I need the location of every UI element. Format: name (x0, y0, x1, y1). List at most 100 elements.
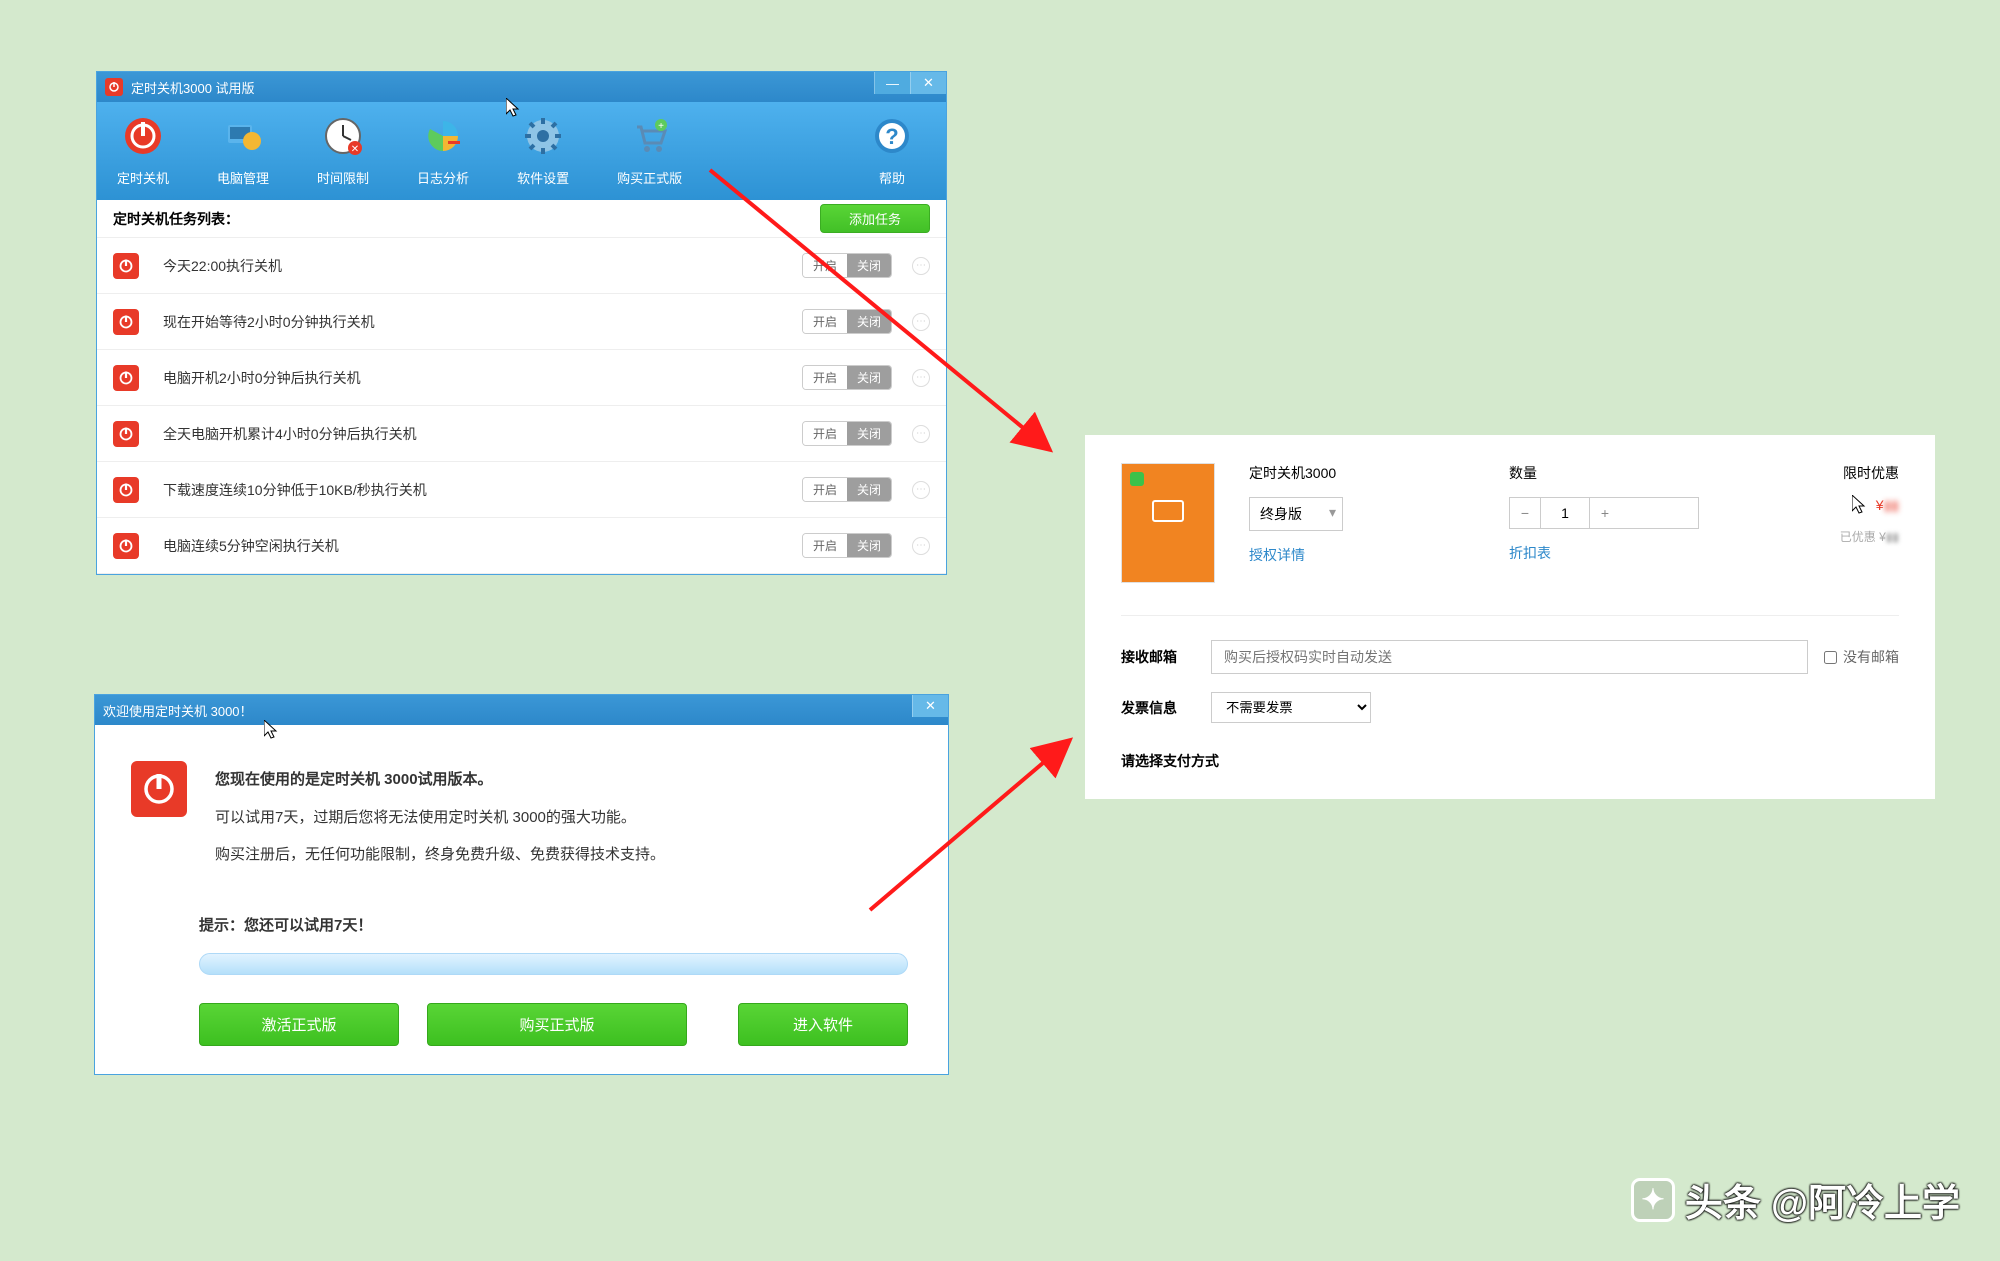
watermark-prefix: 头条 (1685, 1172, 1761, 1227)
close-button[interactable]: ✕ (912, 695, 948, 717)
app-icon (105, 78, 123, 96)
limited-offer-label: 限时优惠 (1840, 463, 1899, 483)
more-icon[interactable]: ⋯ (912, 537, 930, 555)
toggle-on-button[interactable]: 开启 (803, 534, 847, 557)
toggle-on-button[interactable]: 开启 (803, 254, 847, 277)
more-icon[interactable]: ⋯ (912, 257, 930, 275)
toggle-on-button[interactable]: 开启 (803, 478, 847, 501)
activate-button[interactable]: 激活正式版 (199, 1003, 399, 1046)
toolbar-label: 帮助 (879, 168, 905, 187)
task-toggle[interactable]: 开启 关闭 (802, 365, 892, 390)
main-app-window: 定时关机3000 试用版 — ✕ 定时关机 电脑管理 ✕ 时间限制 (96, 71, 947, 575)
toggle-on-button[interactable]: 开启 (803, 310, 847, 333)
task-toggle[interactable]: 开启 关闭 (802, 533, 892, 558)
clock-icon: ✕ (319, 112, 367, 160)
svg-text:✕: ✕ (351, 144, 359, 155)
trial-progress-bar (199, 953, 908, 975)
toggle-off-button[interactable]: 关闭 (847, 366, 891, 389)
task-row: 电脑连续5分钟空闲执行关机 开启 关闭 ⋯ (97, 518, 946, 574)
task-toggle[interactable]: 开启 关闭 (802, 477, 892, 502)
add-task-button[interactable]: 添加任务 (820, 204, 930, 233)
toggle-off-button[interactable]: 关闭 (847, 254, 891, 277)
quantity-label: 数量 (1509, 463, 1699, 483)
toolbar-label: 日志分析 (417, 168, 469, 187)
version-select[interactable]: 终身版 (1249, 497, 1343, 531)
saved-amount: 已优惠 ¥▮▮ (1840, 528, 1899, 545)
enter-software-button[interactable]: 进入软件 (738, 1003, 908, 1046)
watermark-author: @阿冷上学 (1771, 1172, 1960, 1227)
email-input[interactable] (1211, 640, 1808, 674)
more-icon[interactable]: ⋯ (912, 369, 930, 387)
gear-icon (519, 112, 567, 160)
cart-icon: + (626, 112, 674, 160)
checkbox-icon[interactable] (1824, 651, 1837, 664)
toggle-off-button[interactable]: 关闭 (847, 422, 891, 445)
price: ¥▮▮ (1840, 497, 1899, 514)
discount-link[interactable]: 折扣表 (1509, 543, 1699, 563)
invoice-select[interactable]: 不需要发票 (1211, 692, 1371, 723)
window-title: 定时关机3000 试用版 (131, 78, 255, 97)
product-image (1121, 463, 1215, 583)
close-button[interactable]: ✕ (910, 72, 946, 94)
more-icon[interactable]: ⋯ (912, 313, 930, 331)
toggle-on-button[interactable]: 开启 (803, 366, 847, 389)
toolbar-buy[interactable]: + 购买正式版 (617, 112, 682, 200)
power-icon (113, 309, 139, 335)
watermark-logo-icon: ✦ (1631, 1178, 1675, 1222)
task-description: 电脑连续5分钟空闲执行关机 (163, 536, 802, 556)
toolbar-label: 购买正式版 (617, 168, 682, 187)
task-row: 全天电脑开机累计4小时0分钟后执行关机 开启 关闭 ⋯ (97, 406, 946, 462)
dialog-line-3: 购买注册后，无任何功能限制，终身免费升级、免费获得技术支持。 (215, 836, 665, 874)
toggle-off-button[interactable]: 关闭 (847, 478, 891, 501)
toolbar-time-limit[interactable]: ✕ 时间限制 (317, 112, 369, 200)
more-icon[interactable]: ⋯ (912, 425, 930, 443)
welcome-dialog: 欢迎使用定时关机 3000！ ✕ 您现在使用的是定时关机 3000试用版本。 可… (94, 694, 949, 1075)
task-description: 全天电脑开机累计4小时0分钟后执行关机 (163, 424, 802, 444)
invoice-label: 发票信息 (1121, 698, 1211, 718)
task-row: 现在开始等待2小时0分钟执行关机 开启 关闭 ⋯ (97, 294, 946, 350)
power-icon (113, 477, 139, 503)
toolbar-help[interactable]: ? 帮助 (868, 112, 916, 200)
toolbar-settings[interactable]: 软件设置 (517, 112, 569, 200)
task-description: 今天22:00执行关机 (163, 256, 802, 276)
auth-details-link[interactable]: 授权详情 (1249, 545, 1509, 565)
task-toggle[interactable]: 开启 关闭 (802, 421, 892, 446)
dialog-title: 欢迎使用定时关机 3000！ (103, 701, 253, 720)
task-toggle[interactable]: 开启 关闭 (802, 253, 892, 278)
help-icon: ? (868, 112, 916, 160)
no-email-checkbox[interactable]: 没有邮箱 (1824, 647, 1899, 667)
purchase-button[interactable]: 购买正式版 (427, 1003, 687, 1046)
task-description: 下载速度连续10分钟低于10KB/秒执行关机 (163, 480, 802, 500)
toolbar-shutdown[interactable]: 定时关机 (117, 112, 169, 200)
toolbar-pc-manage[interactable]: 电脑管理 (217, 112, 269, 200)
log-icon (419, 112, 467, 160)
dialog-titlebar[interactable]: 欢迎使用定时关机 3000！ ✕ (95, 695, 948, 725)
toolbar-label: 定时关机 (117, 168, 169, 187)
minimize-button[interactable]: — (874, 72, 910, 94)
trial-tip: 提示：您还可以试用7天！ (95, 904, 948, 935)
toolbar-label: 软件设置 (517, 168, 569, 187)
power-icon (113, 365, 139, 391)
task-row: 今天22:00执行关机 开启 关闭 ⋯ (97, 238, 946, 294)
task-list-title: 定时关机任务列表： (113, 209, 239, 229)
svg-text:?: ? (885, 124, 898, 149)
toolbar-label: 时间限制 (317, 168, 369, 187)
power-icon (131, 761, 187, 817)
toggle-off-button[interactable]: 关闭 (847, 534, 891, 557)
power-icon (113, 253, 139, 279)
more-icon[interactable]: ⋯ (912, 481, 930, 499)
toggle-on-button[interactable]: 开启 (803, 422, 847, 445)
qty-decrease-button[interactable]: − (1510, 498, 1540, 528)
toggle-off-button[interactable]: 关闭 (847, 310, 891, 333)
quantity-stepper: − 1 + (1509, 497, 1699, 529)
task-row: 电脑开机2小时0分钟后执行关机 开启 关闭 ⋯ (97, 350, 946, 406)
toolbar-log[interactable]: 日志分析 (417, 112, 469, 200)
qty-increase-button[interactable]: + (1590, 498, 1620, 528)
task-description: 电脑开机2小时0分钟后执行关机 (163, 368, 802, 388)
svg-text:+: + (658, 121, 664, 132)
power-icon (113, 533, 139, 559)
task-list-header: 定时关机任务列表： 添加任务 (97, 200, 946, 238)
payment-method-header: 请选择支付方式 (1121, 731, 1899, 771)
power-icon (113, 421, 139, 447)
task-toggle[interactable]: 开启 关闭 (802, 309, 892, 334)
